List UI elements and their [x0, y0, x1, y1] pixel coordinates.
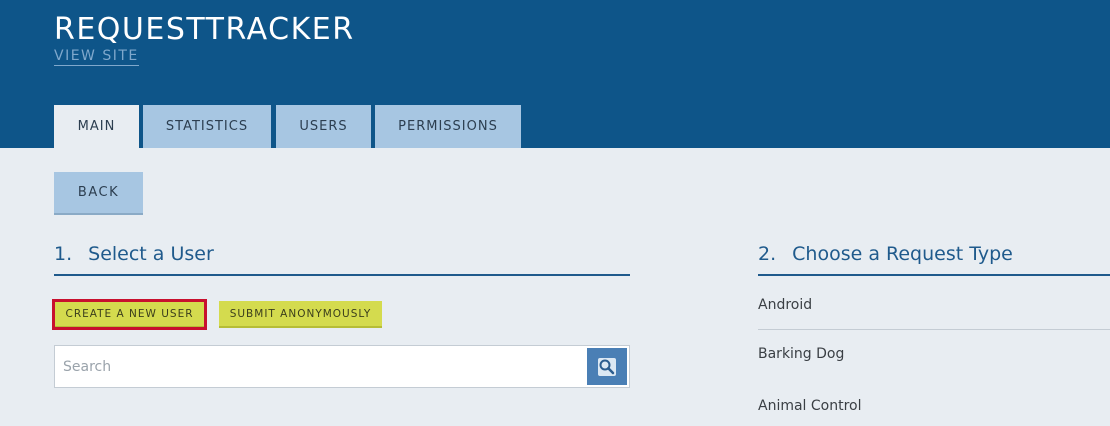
request-type-item[interactable]: Animal Control [758, 398, 1110, 414]
request-type-heading: 2. Choose a Request Type [758, 243, 1110, 276]
search-button[interactable] [587, 348, 627, 385]
search-icon [598, 357, 616, 376]
top-header: REQUESTTRACKER VIEW SITE MAIN STATISTICS… [0, 0, 1110, 148]
submit-anonymously-button[interactable]: SUBMIT ANONYMOUSLY [219, 301, 382, 328]
create-new-user-button[interactable]: CREATE A NEW USER [52, 299, 207, 330]
select-user-number: 1. [54, 243, 73, 265]
search-input[interactable] [55, 346, 587, 387]
tab-main[interactable]: MAIN [54, 105, 139, 148]
request-type-number: 2. [758, 243, 777, 265]
tab-permissions[interactable]: PERMISSIONS [375, 105, 521, 148]
divider [758, 329, 1110, 330]
request-type-title: Choose a Request Type [792, 243, 1013, 265]
app-title: REQUESTTRACKER [54, 12, 355, 47]
back-button[interactable]: BACK [54, 172, 143, 215]
view-site-link[interactable]: VIEW SITE [54, 48, 139, 66]
tab-statistics[interactable]: STATISTICS [143, 105, 271, 148]
select-user-title: Select a User [88, 243, 214, 265]
request-type-item[interactable]: Barking Dog [758, 346, 1110, 362]
select-user-heading: 1. Select a User [54, 243, 630, 276]
user-search-box [54, 345, 630, 388]
tab-users[interactable]: USERS [276, 105, 371, 148]
request-type-item[interactable]: Android [758, 297, 1110, 313]
